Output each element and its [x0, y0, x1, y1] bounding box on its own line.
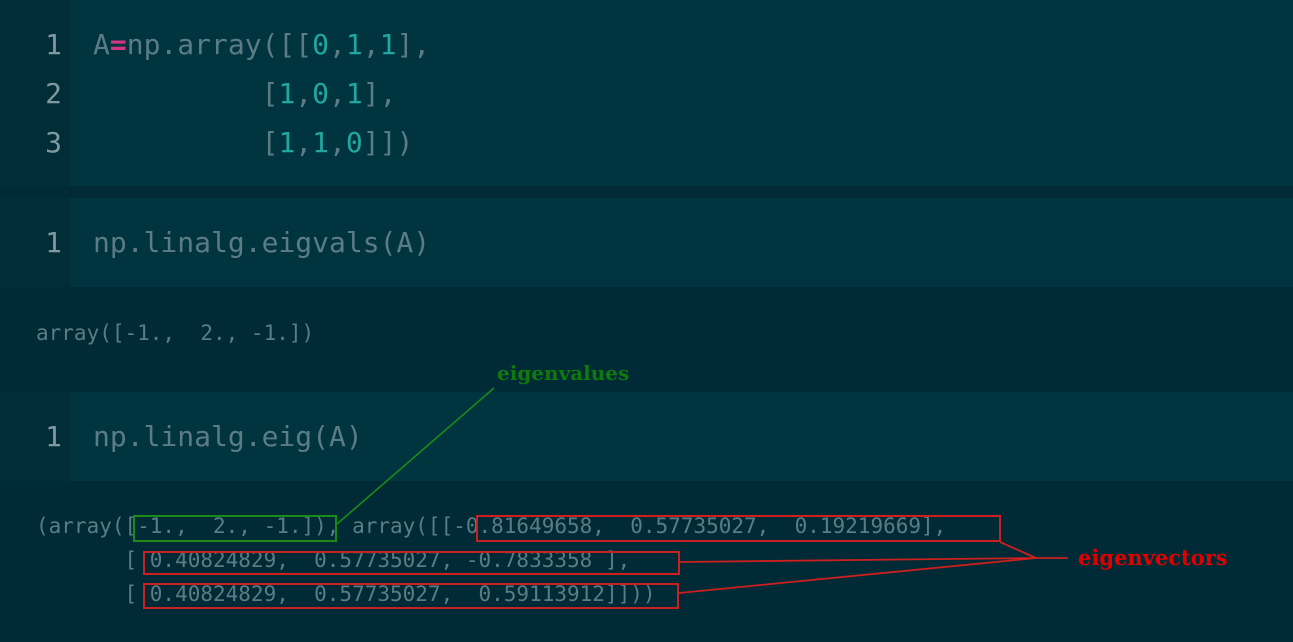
eigenvectors-label: eigenvectors	[1078, 545, 1228, 570]
eigenvalues-connector	[336, 387, 495, 525]
eigenvectors-connector	[678, 557, 1037, 594]
eigenvalues-label: eigenvalues	[497, 361, 630, 385]
eigenvectors-connector	[999, 541, 1037, 559]
eigenvectors-connector	[679, 557, 1037, 563]
